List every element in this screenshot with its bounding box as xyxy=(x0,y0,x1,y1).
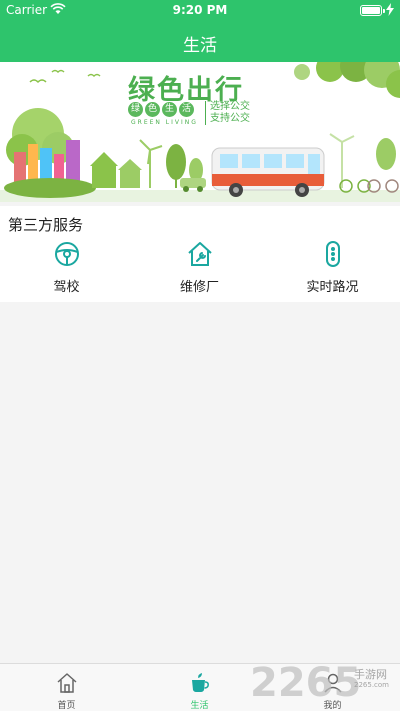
watermark-site: 手游网 xyxy=(354,668,387,681)
banner-pill-char: 色 xyxy=(145,102,160,117)
banner[interactable]: 绿色出行 绿 色 生 活 GREEN LIVING 选择公交 支持公交 xyxy=(0,62,400,202)
tab-label: 生活 xyxy=(190,701,209,711)
banner-side-line: 支持公交 xyxy=(210,113,250,124)
third-party-services: 第三方服务 驾校 维修厂 实时路况 xyxy=(0,206,400,302)
tab-label: 首页 xyxy=(57,701,76,711)
watermark-url: 2265.com xyxy=(354,681,389,689)
section-title: 第三方服务 xyxy=(8,216,84,234)
page-title: 生活 xyxy=(183,36,217,56)
service-label: 实时路况 xyxy=(306,280,359,295)
watermark-number: 2265 xyxy=(250,660,362,706)
banner-pill-char: 绿 xyxy=(128,102,143,117)
tab-home[interactable]: 首页 xyxy=(0,672,133,711)
repair-house-icon xyxy=(187,242,212,266)
service-driving-school[interactable]: 驾校 xyxy=(0,240,133,295)
home-icon xyxy=(57,673,76,693)
banner-subtitle-en: GREEN LIVING xyxy=(131,119,198,126)
header: Carrier 9:20 PM 生活 xyxy=(0,0,400,62)
status-bar: Carrier 9:20 PM xyxy=(0,0,400,20)
service-label: 维修厂 xyxy=(179,280,219,295)
traffic-light-icon xyxy=(325,241,340,267)
banner-pill-char: 活 xyxy=(179,102,194,117)
banner-side-line: 选择公交 xyxy=(210,101,250,112)
banner-side-text: 选择公交 支持公交 xyxy=(205,101,250,125)
cup-icon xyxy=(191,673,209,692)
steering-wheel-icon xyxy=(54,242,79,266)
battery-icon xyxy=(360,5,385,16)
charging-icon xyxy=(386,3,394,16)
service-live-traffic[interactable]: 实时路况 xyxy=(266,240,399,295)
status-time: 9:20 PM xyxy=(172,3,228,17)
service-label: 驾校 xyxy=(53,280,80,295)
banner-pill-chars: 绿 色 生 活 xyxy=(128,102,194,117)
banner-pill-char: 生 xyxy=(162,102,177,117)
service-repair-shop[interactable]: 维修厂 xyxy=(133,240,266,295)
tab-life[interactable]: 生活 xyxy=(133,672,266,711)
